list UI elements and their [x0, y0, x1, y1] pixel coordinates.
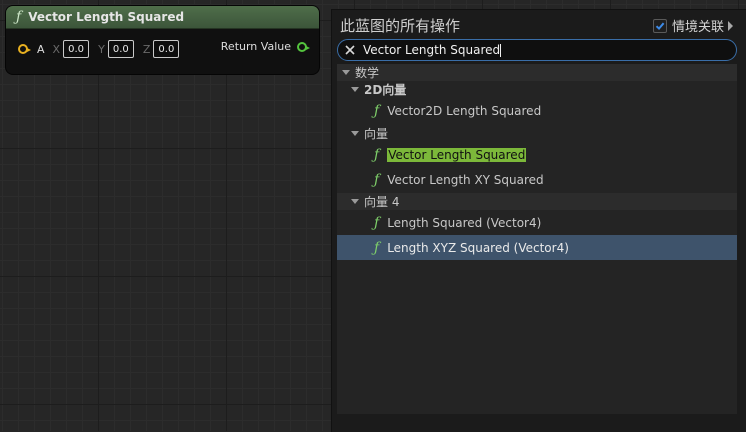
function-icon: ƒ: [374, 102, 380, 119]
expand-arrow-icon[interactable]: [351, 87, 359, 92]
action-menu: 此蓝图的所有操作 情境关联 Vector Length Squared 数学 2…: [331, 9, 746, 432]
context-sensitive-checkbox[interactable]: [652, 18, 667, 33]
caret-right-icon[interactable]: [728, 20, 733, 31]
action-item-selected[interactable]: ƒ Length XYZ Squared (Vector4): [337, 235, 737, 260]
node-header[interactable]: ƒ Vector Length Squared: [6, 6, 319, 29]
action-label: Vector Length XY Squared: [387, 172, 544, 187]
menu-title: 此蓝图的所有操作: [340, 17, 461, 35]
input-pin-row: A X 0.0 Y 0.0 Z 0.0: [18, 40, 188, 58]
category-label: 向量 4: [364, 195, 400, 209]
action-item[interactable]: ƒ Vector2D Length Squared: [337, 98, 737, 123]
x-value-field[interactable]: 0.0: [63, 40, 90, 58]
category-math[interactable]: 数学: [337, 64, 737, 81]
blueprint-node[interactable]: ƒ Vector Length Squared A X 0.0 Y 0.0 Z …: [6, 6, 319, 74]
output-pin-icon[interactable]: [297, 41, 310, 52]
x-axis-label: X: [52, 42, 61, 56]
category-vector2d[interactable]: 2D向量: [337, 81, 737, 98]
category-label: 数学: [355, 66, 380, 80]
node-title: Vector Length Squared: [28, 10, 185, 24]
y-axis-label: Y: [98, 42, 105, 56]
category-vector[interactable]: 向量: [337, 125, 737, 142]
context-sensitive-label: 情境关联: [671, 20, 724, 35]
check-icon: [655, 22, 665, 30]
clear-search-icon[interactable]: [345, 45, 355, 55]
text-cursor: [500, 43, 502, 57]
return-value-label: Return Value: [220, 40, 291, 53]
action-label-highlighted: Vector Length Squared: [387, 147, 527, 162]
expand-arrow-icon[interactable]: [351, 199, 359, 204]
category-label: 2D向量: [364, 83, 407, 97]
function-icon: ƒ: [374, 146, 380, 163]
input-pin-label: A: [37, 42, 45, 56]
context-sensitive-toggle[interactable]: 情境关联: [652, 16, 733, 35]
action-label: Length XYZ Squared (Vector4): [387, 240, 569, 255]
action-item[interactable]: ƒ Length Squared (Vector4): [337, 210, 737, 235]
action-tree: 数学 2D向量 ƒ Vector2D Length Squared 向量 ƒ V…: [337, 64, 737, 414]
expand-arrow-icon[interactable]: [342, 70, 350, 75]
expand-arrow-icon[interactable]: [351, 131, 359, 136]
action-item[interactable]: ƒ Vector Length Squared: [337, 142, 737, 167]
search-box[interactable]: Vector Length Squared: [337, 39, 737, 61]
function-icon: ƒ: [374, 239, 380, 256]
action-label: Length Squared (Vector4): [387, 215, 542, 230]
return-pin-row: Return Value: [220, 40, 310, 53]
z-axis-label: Z: [142, 42, 151, 56]
search-input[interactable]: Vector Length Squared: [363, 43, 500, 57]
category-label: 向量: [364, 127, 389, 141]
action-item[interactable]: ƒ Vector Length XY Squared: [337, 167, 737, 192]
input-pin-icon[interactable]: [18, 44, 31, 54]
y-value-field[interactable]: 0.0: [107, 40, 134, 58]
function-icon: ƒ: [374, 214, 380, 231]
action-label: Vector2D Length Squared: [387, 103, 542, 118]
function-icon: ƒ: [374, 171, 380, 188]
function-icon: ƒ: [16, 9, 22, 25]
z-value-field[interactable]: 0.0: [153, 40, 180, 58]
category-vector4[interactable]: 向量 4: [337, 193, 737, 210]
